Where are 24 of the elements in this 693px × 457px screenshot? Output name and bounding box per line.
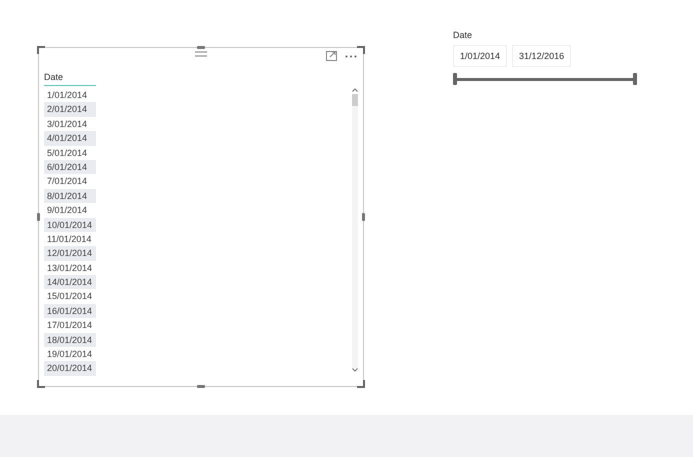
table-cell-text: 5/01/2014: [46, 146, 88, 160]
table-cell-text: 3/01/2014: [46, 118, 88, 131]
table-cell: 8/01/2014: [44, 188, 96, 204]
table-cell-text: 1/01/2014: [46, 89, 88, 102]
table-cell: 20/01/2014: [44, 361, 96, 376]
table-cell-text: 11/01/2014: [46, 232, 92, 246]
table-cell: 14/01/2014: [44, 275, 96, 290]
column-header[interactable]: Date: [44, 72, 96, 86]
table-cell: 10/01/2014: [44, 218, 96, 232]
table-cell-text: 15/01/2014: [46, 290, 94, 304]
table-cell-text: 9/01/2014: [46, 204, 88, 218]
end-date-field[interactable]: 31/12/2016: [512, 45, 572, 67]
slicer-title: Date: [453, 30, 474, 40]
table-cell-text: 7/01/2014: [46, 175, 88, 188]
table-cell: 4/01/2014: [44, 131, 96, 146]
start-date-field[interactable]: 1/01/2014: [453, 45, 508, 67]
table-cell-text: 13/01/2014: [46, 262, 94, 275]
table-cell: 16/01/2014: [44, 304, 96, 318]
table-cell-text: 17/01/2014: [46, 319, 94, 332]
table-cell: 6/01/2014: [44, 160, 96, 174]
table-cell: 18/01/2014: [44, 332, 96, 348]
table-cell-text: 19/01/2014: [46, 348, 94, 362]
table-cell: 2/01/2014: [44, 102, 96, 117]
table-cell: 12/01/2014: [44, 246, 96, 261]
